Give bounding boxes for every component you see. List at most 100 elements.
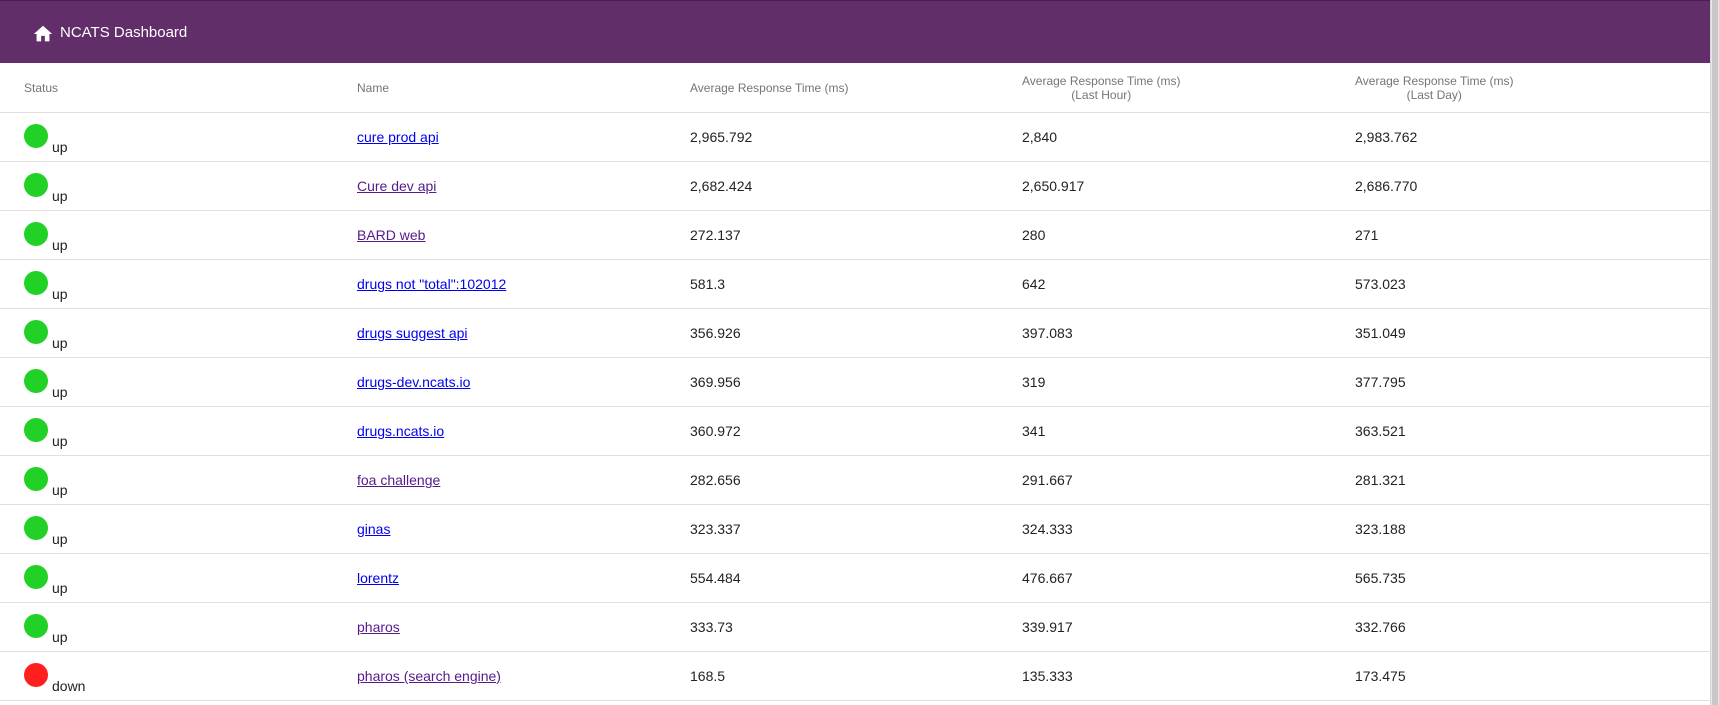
header-avg-response-last-hour-line2: (Last Hour) bbox=[1071, 88, 1132, 102]
avg-response-last-day-cell: 2,983.762 bbox=[1355, 129, 1418, 145]
avg-response-last-hour-cell: 280 bbox=[1022, 227, 1046, 243]
table-row: up lorentz 554.484 476.667 565.735 bbox=[0, 554, 1710, 603]
status-text: up bbox=[52, 433, 68, 449]
avg-response-cell: 282.656 bbox=[690, 472, 741, 488]
service-link[interactable]: Cure dev api bbox=[357, 178, 436, 194]
avg-response-last-day-cell: 173.475 bbox=[1355, 668, 1406, 684]
status-text: up bbox=[52, 188, 68, 204]
app-title[interactable]: NCATS Dashboard bbox=[60, 24, 187, 42]
header-avg-response-last-day[interactable]: Average Response Time (ms) (Last Day) bbox=[1355, 74, 1514, 102]
service-link[interactable]: pharos (search engine) bbox=[357, 668, 501, 684]
name-cell: ginas bbox=[357, 505, 390, 553]
status-text: up bbox=[52, 286, 68, 302]
status-indicator-icon bbox=[24, 222, 48, 246]
avg-response-last-day-cell: 2,686.770 bbox=[1355, 178, 1418, 194]
status-indicator-icon bbox=[24, 516, 48, 540]
table-row: up drugs-dev.ncats.io 369.956 319 377.795 bbox=[0, 358, 1710, 407]
avg-response-cell: 333.73 bbox=[690, 619, 733, 635]
service-link[interactable]: BARD web bbox=[357, 227, 425, 243]
header-status[interactable]: Status bbox=[24, 81, 58, 95]
avg-response-last-day-cell: 565.735 bbox=[1355, 570, 1406, 586]
table-row: up pharos 333.73 339.917 332.766 bbox=[0, 603, 1710, 652]
avg-response-cell: 2,682.424 bbox=[690, 178, 753, 194]
service-link[interactable]: lorentz bbox=[357, 570, 399, 586]
service-link[interactable]: drugs not "total":102012 bbox=[357, 276, 506, 292]
dashboard-page: NCATS Dashboard Status Name Average Resp… bbox=[0, 0, 1719, 705]
name-cell: cure prod api bbox=[357, 113, 439, 161]
header-avg-response-last-day-line1: Average Response Time (ms) bbox=[1355, 74, 1514, 88]
status-text: up bbox=[52, 139, 68, 155]
avg-response-last-day-cell: 351.049 bbox=[1355, 325, 1406, 341]
avg-response-last-hour-cell: 339.917 bbox=[1022, 619, 1073, 635]
service-link[interactable]: cure prod api bbox=[357, 129, 439, 145]
header-name[interactable]: Name bbox=[357, 81, 389, 95]
avg-response-last-day-cell: 363.521 bbox=[1355, 423, 1406, 439]
name-cell: drugs suggest api bbox=[357, 309, 468, 357]
avg-response-last-hour-cell: 319 bbox=[1022, 374, 1046, 390]
status-indicator-icon bbox=[24, 369, 48, 393]
table-header: Status Name Average Response Time (ms) A… bbox=[0, 63, 1710, 113]
name-cell: Cure dev api bbox=[357, 162, 436, 210]
avg-response-last-hour-cell: 2,650.917 bbox=[1022, 178, 1085, 194]
table-row: up Cure dev api 2,682.424 2,650.917 2,686.77… bbox=[0, 162, 1710, 211]
status-indicator-icon bbox=[24, 173, 48, 197]
vertical-scrollbar[interactable] bbox=[1710, 0, 1719, 705]
status-indicator-icon bbox=[24, 271, 48, 295]
table-row: up drugs suggest api 356.926 397.083 351.049 bbox=[0, 309, 1710, 358]
status-indicator-icon bbox=[24, 418, 48, 442]
avg-response-cell: 369.956 bbox=[690, 374, 741, 390]
status-text: up bbox=[52, 384, 68, 400]
header-avg-response-last-hour-line1: Average Response Time (ms) bbox=[1022, 74, 1181, 88]
name-cell: drugs-dev.ncats.io bbox=[357, 358, 470, 406]
table-row: up foa challenge 282.656 291.667 281.321 bbox=[0, 456, 1710, 505]
app-bar: NCATS Dashboard bbox=[0, 0, 1710, 63]
status-indicator-icon bbox=[24, 467, 48, 491]
status-text: up bbox=[52, 237, 68, 253]
header-avg-response[interactable]: Average Response Time (ms) bbox=[690, 81, 849, 95]
name-cell: drugs.ncats.io bbox=[357, 407, 444, 455]
table-row: up drugs.ncats.io 360.972 341 363.521 bbox=[0, 407, 1710, 456]
name-cell: BARD web bbox=[357, 211, 425, 259]
table-row: up cure prod api 2,965.792 2,840 2,983.762 bbox=[0, 113, 1710, 162]
table-row: down pharos (search engine) 168.5 135.333 17… bbox=[0, 652, 1710, 701]
avg-response-last-day-cell: 281.321 bbox=[1355, 472, 1406, 488]
status-indicator-icon bbox=[24, 663, 48, 687]
scrollbar-thumb[interactable] bbox=[1712, 0, 1718, 705]
avg-response-last-day-cell: 573.023 bbox=[1355, 276, 1406, 292]
status-text: up bbox=[52, 531, 68, 547]
avg-response-cell: 554.484 bbox=[690, 570, 741, 586]
avg-response-cell: 581.3 bbox=[690, 276, 726, 292]
header-avg-response-last-hour[interactable]: Average Response Time (ms) (Last Hour) bbox=[1022, 74, 1181, 102]
service-link[interactable]: drugs suggest api bbox=[357, 325, 468, 341]
table-row: up drugs not "total":102012 581.3 642 573.02… bbox=[0, 260, 1710, 309]
avg-response-last-day-cell: 332.766 bbox=[1355, 619, 1406, 635]
avg-response-last-hour-cell: 341 bbox=[1022, 423, 1046, 439]
avg-response-last-day-cell: 377.795 bbox=[1355, 374, 1406, 390]
service-link[interactable]: drugs-dev.ncats.io bbox=[357, 374, 470, 390]
avg-response-last-hour-cell: 2,840 bbox=[1022, 129, 1058, 145]
home-icon[interactable] bbox=[32, 23, 54, 45]
avg-response-last-hour-cell: 324.333 bbox=[1022, 521, 1073, 537]
name-cell: foa challenge bbox=[357, 456, 440, 504]
table-row: up ginas 323.337 324.333 323.188 bbox=[0, 505, 1710, 554]
avg-response-cell: 323.337 bbox=[690, 521, 741, 537]
status-indicator-icon bbox=[24, 565, 48, 589]
status-text: up bbox=[52, 335, 68, 351]
service-link[interactable]: drugs.ncats.io bbox=[357, 423, 444, 439]
status-text: up bbox=[52, 629, 68, 645]
avg-response-last-hour-cell: 642 bbox=[1022, 276, 1046, 292]
status-table: Status Name Average Response Time (ms) A… bbox=[0, 63, 1710, 701]
service-link[interactable]: pharos bbox=[357, 619, 400, 635]
table-body: up cure prod api 2,965.792 2,840 2,983.762 up… bbox=[0, 113, 1710, 701]
service-link[interactable]: ginas bbox=[357, 521, 390, 537]
avg-response-last-day-cell: 271 bbox=[1355, 227, 1379, 243]
avg-response-last-hour-cell: 291.667 bbox=[1022, 472, 1073, 488]
table-row: up BARD web 272.137 280 271 bbox=[0, 211, 1710, 260]
status-indicator-icon bbox=[24, 320, 48, 344]
service-link[interactable]: foa challenge bbox=[357, 472, 440, 488]
avg-response-cell: 168.5 bbox=[690, 668, 726, 684]
name-cell: lorentz bbox=[357, 554, 399, 602]
avg-response-cell: 2,965.792 bbox=[690, 129, 753, 145]
avg-response-cell: 356.926 bbox=[690, 325, 741, 341]
status-indicator-icon bbox=[24, 124, 48, 148]
